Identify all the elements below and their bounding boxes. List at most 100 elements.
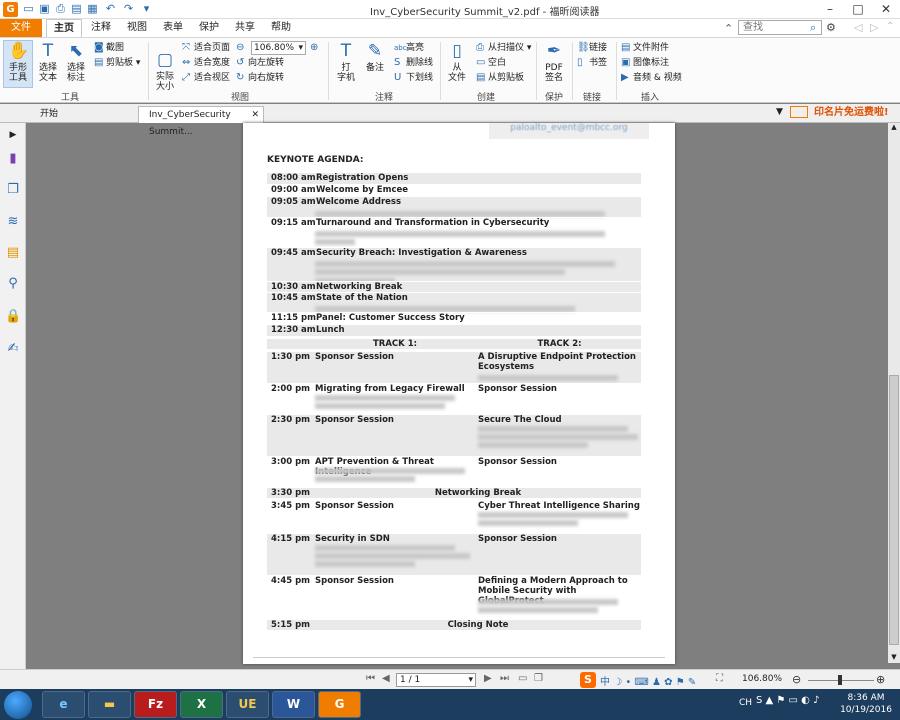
- clock[interactable]: 8:36 AM 10/19/2016: [840, 692, 892, 716]
- attachments-panel-icon[interactable]: ⚲: [5, 276, 21, 292]
- zoom-select[interactable]: 106.80% ▾: [251, 41, 306, 55]
- redo-icon[interactable]: ↷: [122, 3, 135, 15]
- scroll-up-arrow-icon[interactable]: ▲: [889, 123, 899, 133]
- tray-icons[interactable]: S ▲ ⚑ ▭ ◐ ♪: [756, 695, 819, 706]
- gear-icon[interactable]: ⚙: [826, 21, 836, 34]
- bookmark-panel-icon[interactable]: ▮: [5, 151, 21, 167]
- tab-start[interactable]: 开始: [30, 106, 134, 123]
- clipboard-button[interactable]: ▤ 剪贴板 ▾: [94, 57, 140, 69]
- customize-icon[interactable]: ▾: [140, 3, 153, 15]
- ime-toolbar-icon[interactable]: 中 ☽ • ⌨ ♟ ✿ ⚑ ✎: [600, 673, 696, 688]
- undo-icon[interactable]: ↶: [104, 3, 117, 15]
- zoom-in-icon[interactable]: ⊕: [310, 42, 318, 53]
- single-page-icon[interactable]: ▭: [518, 673, 527, 684]
- tab-comment[interactable]: 注释: [86, 19, 116, 37]
- screenshot-button[interactable]: ◙ 截图: [94, 42, 124, 54]
- stamp-icon[interactable]: ▦: [86, 3, 99, 15]
- save-icon[interactable]: ▣: [38, 3, 51, 15]
- bookmark-button[interactable]: ▯ 书签: [577, 57, 607, 69]
- tab-protect[interactable]: 保护: [194, 19, 224, 37]
- tab-help[interactable]: 帮助: [266, 19, 296, 37]
- from-clipboard-button[interactable]: ▤ 从剪贴板: [476, 72, 524, 84]
- next-page-icon[interactable]: ▶: [484, 673, 492, 684]
- pdf-sign-button[interactable]: ✒ PDF 签名: [540, 41, 568, 83]
- close-button[interactable]: ✕: [872, 0, 900, 19]
- security-panel-icon[interactable]: 🔒: [5, 309, 21, 325]
- tab-home[interactable]: 主页: [46, 19, 82, 37]
- blank-button[interactable]: ▭ 空白: [476, 57, 506, 69]
- strikeout-button[interactable]: S 删除线: [394, 57, 433, 69]
- first-page-icon[interactable]: ⏮: [366, 673, 375, 684]
- from-file-button[interactable]: ▯ 从 文件: [444, 41, 470, 83]
- language-indicator[interactable]: CH: [739, 698, 752, 708]
- scroll-up-icon[interactable]: ⌃: [886, 21, 894, 32]
- comments-panel-icon[interactable]: ▤: [5, 245, 21, 261]
- ime-logo-icon[interactable]: S: [580, 672, 596, 688]
- underline-button[interactable]: U 下划线: [394, 72, 433, 84]
- typewriter-button[interactable]: T 打 字机: [334, 41, 358, 83]
- zoom-in-button[interactable]: ⊕: [876, 673, 885, 686]
- search-icon[interactable]: ⌕: [810, 21, 816, 35]
- fit-view-button[interactable]: ⤢ 适合视区: [182, 72, 230, 84]
- tab-file[interactable]: 文件: [0, 19, 42, 37]
- prev-page-icon[interactable]: ◀: [382, 673, 390, 684]
- zoom-out-button[interactable]: ⊖: [792, 673, 801, 686]
- tab-document[interactable]: Inv_CyberSecurity Summit... ✕: [138, 106, 264, 137]
- expand-panel-icon[interactable]: ▶: [5, 127, 21, 143]
- new-icon[interactable]: ▤: [70, 3, 83, 15]
- explorer-taskbar-button[interactable]: ▬: [88, 691, 131, 718]
- vertical-scrollbar[interactable]: ▲ ▼: [888, 123, 900, 663]
- forward-icon[interactable]: ▷: [870, 21, 878, 34]
- scroll-down-arrow-icon[interactable]: ▼: [889, 653, 899, 663]
- start-button[interactable]: [4, 691, 32, 719]
- tab-form[interactable]: 表单: [158, 19, 188, 37]
- continuous-page-icon[interactable]: ❐: [534, 673, 543, 684]
- fit-page-button[interactable]: ⤧ 适合页面: [182, 42, 230, 54]
- rotate-right-button[interactable]: ↻ 向右旋转: [236, 72, 284, 84]
- link-button[interactable]: ⛓链接: [577, 42, 607, 54]
- fit-width-button[interactable]: ⇔ 适合宽度: [182, 57, 230, 69]
- ultraedit-taskbar-button[interactable]: UE: [226, 691, 269, 718]
- pages-panel-icon[interactable]: ❐: [5, 182, 21, 198]
- open-icon[interactable]: ▭: [22, 3, 35, 15]
- ie-taskbar-button[interactable]: e: [42, 691, 85, 718]
- select-text-button[interactable]: T 选择 文本: [36, 41, 60, 83]
- scrollbar-thumb[interactable]: [889, 375, 899, 645]
- expand-ribbon-icon[interactable]: ⌃: [724, 22, 733, 35]
- highlight-button[interactable]: abc高亮: [394, 42, 424, 54]
- minimize-button[interactable]: –: [816, 0, 844, 19]
- actual-size-button[interactable]: ▢ 实际 大小: [152, 50, 178, 92]
- rotate-left-button[interactable]: ↺ 向左旋转: [236, 57, 284, 69]
- ad-banner[interactable]: 印名片免运费啦!: [790, 104, 900, 122]
- file-attachment-button[interactable]: ▤ 文件附件: [621, 42, 669, 54]
- audio-video-button[interactable]: ▶ 音频 & 视频: [621, 72, 682, 84]
- back-icon[interactable]: ◁: [854, 21, 862, 34]
- select-annotation-button[interactable]: ⬉ 选择 标注: [64, 41, 88, 83]
- from-scanner-button[interactable]: ⎙ 从扫描仪 ▾: [476, 42, 531, 54]
- pdf-page[interactable]: paloalto_event@mbcc.org KEYNOTE AGENDA: …: [243, 123, 675, 664]
- typewriter-label: 打 字机: [336, 63, 355, 83]
- zoom-out-icon[interactable]: ⊖: [236, 42, 244, 53]
- last-page-icon[interactable]: ⏭: [500, 673, 509, 684]
- maximize-button[interactable]: □: [844, 0, 872, 19]
- hand-tool-button[interactable]: ✋ 手形 工具: [3, 40, 33, 88]
- excel-taskbar-button[interactable]: X: [180, 691, 223, 718]
- fullscreen-icon[interactable]: ⛶: [716, 673, 723, 684]
- print-icon[interactable]: ⎙: [54, 3, 67, 15]
- tab-view[interactable]: 视图: [122, 19, 152, 37]
- tab-share[interactable]: 共享: [230, 19, 260, 37]
- filezilla-taskbar-button[interactable]: Fz: [134, 691, 177, 718]
- tab-list-icon[interactable]: ▼: [776, 107, 783, 117]
- foxit-taskbar-button[interactable]: G: [318, 691, 361, 718]
- word-taskbar-button[interactable]: W: [272, 691, 315, 718]
- layers-panel-icon[interactable]: ≋: [5, 214, 21, 230]
- app-logo-icon[interactable]: G: [3, 2, 18, 17]
- signature-panel-icon[interactable]: ✍: [5, 341, 21, 357]
- blurred-speaker-text: [315, 269, 565, 275]
- tab-document-label: Inv_CyberSecurity Summit...: [149, 110, 231, 137]
- page-number-input[interactable]: 1 / 1 ▾: [396, 673, 476, 687]
- zoom-slider-thumb[interactable]: [838, 675, 842, 685]
- note-button[interactable]: ✎ 备注: [363, 41, 387, 73]
- image-annotation-button[interactable]: ▣ 图像标注: [621, 57, 669, 69]
- close-tab-icon[interactable]: ✕: [251, 107, 259, 124]
